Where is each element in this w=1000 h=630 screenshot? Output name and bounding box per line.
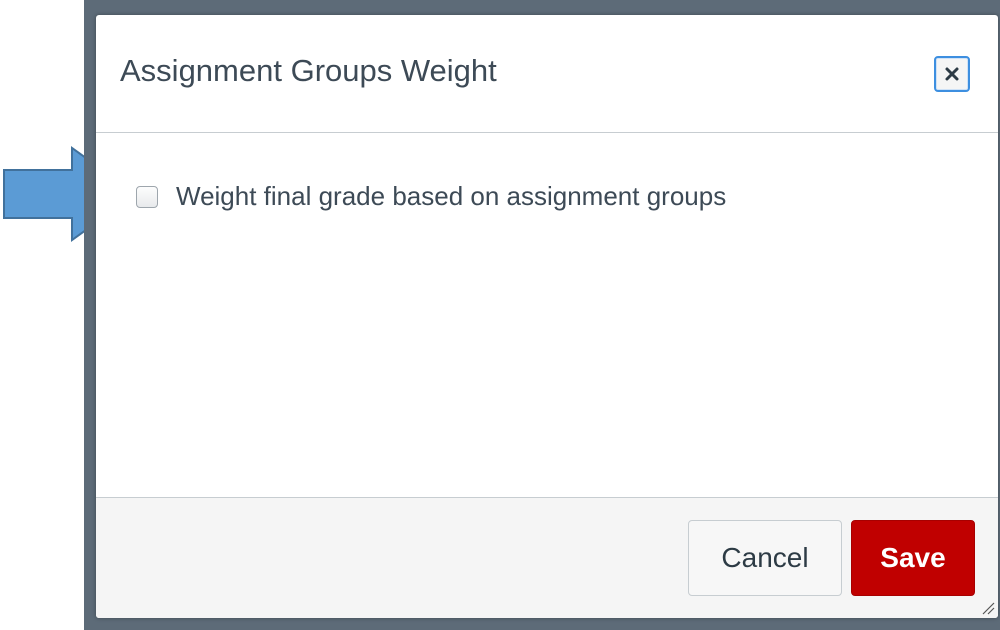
dialog-title: Assignment Groups Weight [120, 53, 497, 88]
assignment-groups-weight-dialog: Assignment Groups Weight Weight final gr… [96, 15, 998, 618]
dialog-header: Assignment Groups Weight [96, 15, 998, 133]
close-icon [945, 67, 959, 81]
save-button[interactable]: Save [851, 520, 975, 596]
weight-final-grade-option[interactable]: Weight final grade based on assignment g… [136, 181, 726, 212]
weight-final-grade-label[interactable]: Weight final grade based on assignment g… [176, 181, 726, 212]
dialog-body: Weight final grade based on assignment g… [96, 133, 998, 497]
weight-final-grade-checkbox[interactable] [136, 185, 158, 208]
resize-grip-icon[interactable] [981, 601, 995, 615]
dialog-footer: Cancel Save [96, 497, 998, 618]
cancel-button[interactable]: Cancel [688, 520, 842, 596]
close-button[interactable] [934, 56, 970, 92]
